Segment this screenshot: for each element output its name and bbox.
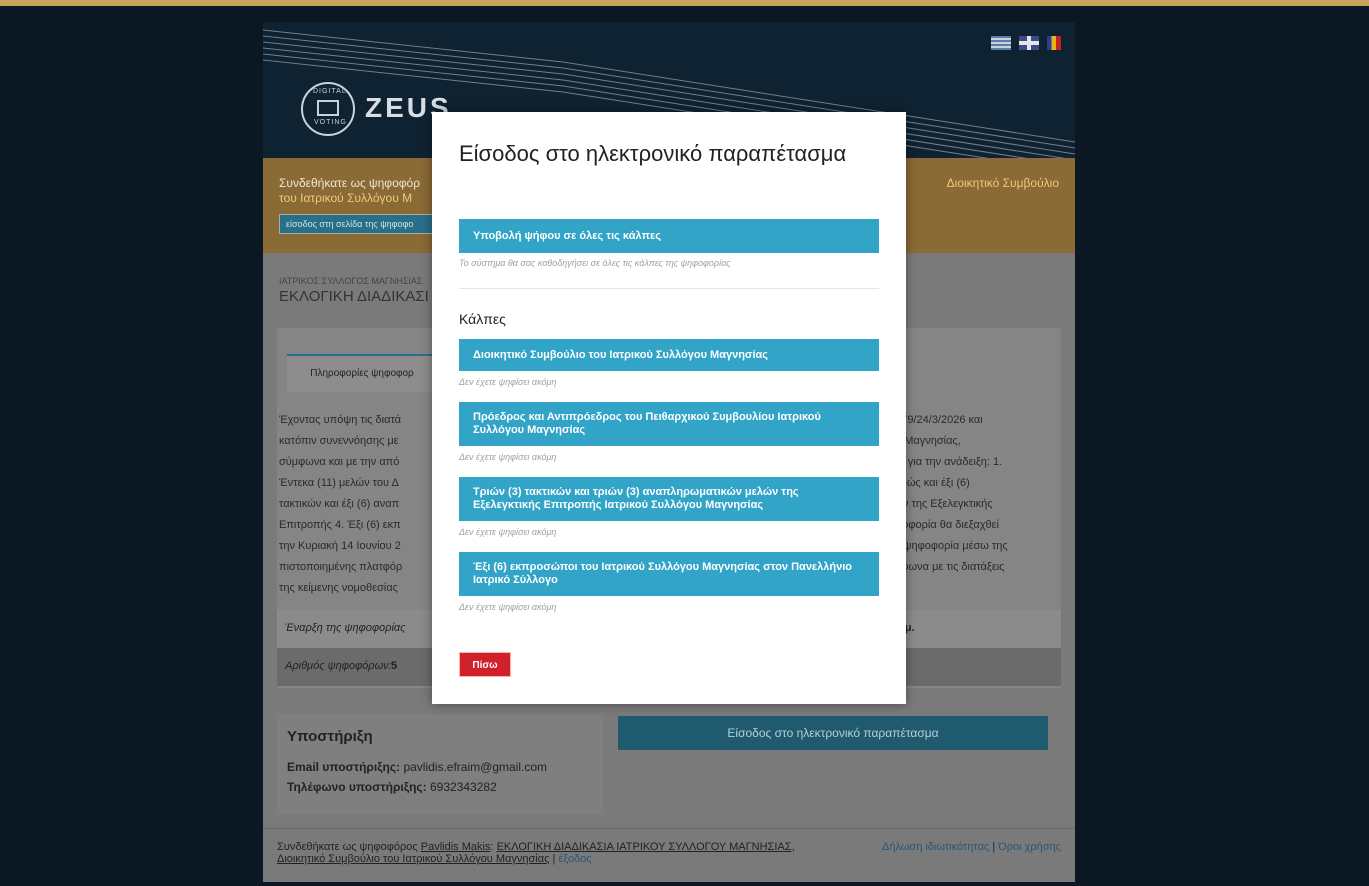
description-line: γές για την ανάδειξη: 1.: [889, 456, 1003, 468]
greek-flag-icon[interactable]: [991, 36, 1011, 50]
description-line: πιστοποιημένης πλατφόρ: [279, 561, 403, 573]
support-title: Υποστήριξη: [287, 728, 373, 745]
divider: [459, 288, 879, 289]
envelope-icon: [317, 100, 339, 116]
description-line: Έχοντας υπόψη τις διατά: [279, 414, 401, 426]
poll-label: Έξι (6) εκπροσώποι του Ιατρικού Συλλόγου…: [473, 561, 853, 586]
footer-election-link[interactable]: ΕΚΛΟΓΙΚΗ ΔΙΑΔΙΚΑΣΙΑ ΙΑΤΡΙΚΟΥ ΣΥΛΛΟΓΟΥ ΜΑ…: [497, 841, 792, 853]
tab-voting-info[interactable]: Πληροφορίες ψηφοφορ: [287, 354, 437, 392]
support-email-label: Email υποστήριξης:: [287, 760, 401, 774]
footer-login-info: Συνδεθήκατε ως ψηφοφόρος Pavlidis Makis:…: [277, 841, 795, 865]
poll-button-disciplinary[interactable]: Πρόεδρος και Αντιπρόεδρος του Πειθαρχικο…: [459, 402, 879, 446]
footer-prefix: Συνδεθήκατε ως ψηφοφόρος: [277, 841, 418, 853]
language-switcher: [991, 36, 1061, 50]
voter-count-label: Αριθμός ψηφοφόρων:: [285, 660, 392, 672]
poll-status: Δεν έχετε ψηφίσει ακόμη: [459, 602, 557, 612]
description-line: 1479/24/3/2026 και: [889, 414, 983, 426]
footer: Συνδεθήκατε ως ψηφοφόρος Pavlidis Makis:…: [263, 828, 1075, 882]
description-line: τακτικών και έξι (6) αναπ: [279, 498, 400, 510]
support-phone-label: Τηλέφωνο υποστήριξης:: [287, 780, 427, 794]
banner-text-main: Συνδεθήκατε ως ψηφοφόρ: [279, 176, 421, 190]
support-phone: Τηλέφωνο υποστήριξης: 6932343282: [287, 780, 497, 794]
description-line: ου Μαγνησίας,: [889, 435, 961, 447]
description-right-column: 1479/24/3/2026 και ου Μαγνησίας, γές για…: [889, 410, 1049, 578]
support-phone-value: 6932343282: [430, 780, 497, 794]
romanian-flag-icon[interactable]: [1047, 36, 1061, 50]
description-line: ύμφωνα με τις διατάξεις: [889, 561, 1005, 573]
polls-section-title: Κάλπες: [459, 311, 506, 327]
poll-button-audit-committee[interactable]: Τριών (3) τακτικών και τριών (3) αναπληρ…: [459, 477, 879, 521]
footer-links-separator: |: [992, 841, 996, 853]
description-left-column: Έχοντας υπόψη τις διατά κατόπιν συνεννόη…: [279, 410, 439, 599]
description-line: Έντεκα (11) μελών του Δ: [279, 477, 399, 489]
banner-text-left-highlight: του Ιατρικού Συλλόγου Μ: [279, 191, 413, 205]
support-box: Υποστήριξη Email υποστήριξης: pavlidis.e…: [277, 714, 603, 814]
poll-label: Διοικητικό Συμβούλιο του Ιατρικού Συλλόγ…: [473, 348, 768, 361]
description-line: κατόπιν συνεννόησης με: [279, 435, 399, 447]
support-email-value[interactable]: pavlidis.efraim@gmail.com: [403, 760, 547, 774]
privacy-link[interactable]: Δήλωση ιδιωτικότητας: [882, 841, 989, 853]
support-email: Email υποστήριξης: pavlidis.efraim@gmail…: [287, 760, 547, 774]
enter-booth-modal: Είσοδος στο ηλεκτρονικό παραπέτασμα Υποβ…: [432, 112, 906, 704]
vote-all-hint: Το σύστημα θα σας καθοδηγήσει σε όλες τι…: [459, 258, 731, 268]
banner-text-right: Διοικητικό Συμβούλιο: [946, 176, 1059, 190]
voter-count-value: 5: [391, 660, 398, 672]
back-button[interactable]: Πίσω: [459, 652, 511, 677]
description-line: της κείμενης νομοθεσίας: [279, 582, 398, 594]
description-line: ηφοφορία θα διεξαχθεί: [889, 519, 999, 531]
footer-links: Δήλωση ιδιωτικότητας | Όροι χρήσης: [882, 841, 1061, 853]
poll-status: Δεν έχετε ψηφίσει ακόμη: [459, 377, 557, 387]
description-line: την Κυριακή 14 Ιουνίου 2: [279, 540, 401, 552]
footer-poll-link[interactable]: Διοικητικό Συμβούλιο του Ιατρικού Συλλόγ…: [277, 853, 549, 865]
poll-button-panhellenic-reps[interactable]: Έξι (6) εκπροσώποι του Ιατρικού Συλλόγου…: [459, 552, 879, 596]
description-line: κή ψηφοφορία μέσω της: [889, 540, 1008, 552]
logo-ring-bottom: VOTING: [314, 119, 347, 126]
poll-label: Τριών (3) τακτικών και τριών (3) αναπληρ…: [473, 486, 799, 511]
poll-button-board[interactable]: Διοικητικό Συμβούλιο του Ιατρικού Συλλόγ…: [459, 339, 879, 371]
top-accent-stripe: [0, 0, 1369, 6]
poll-status: Δεν έχετε ψηφίσει ακόμη: [459, 452, 557, 462]
uk-flag-icon[interactable]: [1019, 36, 1039, 50]
vote-all-polls-button[interactable]: Υποβολή ψήφου σε όλες τις κάλπες: [459, 219, 879, 253]
description-line: σύμφωνα και με την από: [279, 456, 400, 468]
description-line: λών της Εξελεγκτικής: [889, 498, 993, 510]
footer-separator: |: [552, 853, 556, 865]
logo-ring-top: DIGITAL: [313, 88, 347, 95]
footer-voter-link[interactable]: Pavlidis Makis: [421, 841, 491, 853]
zeus-logo-icon[interactable]: DIGITAL VOTING: [301, 82, 355, 136]
modal-title: Είσοδος στο ηλεκτρονικό παραπέτασμα: [459, 141, 847, 166]
vote-all-polls-label: Υποβολή ψήφου σε όλες τις κάλπες: [473, 229, 661, 242]
start-time-label: Έναρξη της ψηφοφορίας: [285, 622, 406, 634]
poll-label: Πρόεδρος και Αντιπρόεδρος του Πειθαρχικο…: [473, 411, 821, 436]
description-line: Επιτροπής 4. Έξι (6) εκπ: [279, 519, 401, 531]
terms-link[interactable]: Όροι χρήσης: [998, 841, 1061, 853]
description-line: καθώς και έξι (6): [889, 477, 970, 489]
logout-link[interactable]: έξοδος: [558, 853, 591, 865]
enter-booth-button[interactable]: Είσοδος στο ηλεκτρονικό παραπέτασμα: [618, 716, 1048, 750]
poll-status: Δεν έχετε ψηφίσει ακόμη: [459, 527, 557, 537]
organization-name: ΙΑΤΡΙΚΟΣ ΣΥΛΛΟΓΟΣ ΜΑΓΝΗΣΙΑΣ: [279, 276, 423, 286]
enter-voting-page-button[interactable]: είσοδος στη σελίδα της ψηφοφο: [279, 214, 457, 234]
election-title: ΕΚΛΟΓΙΚΗ ΔΙΑΔΙΚΑΣΙ: [279, 288, 429, 305]
